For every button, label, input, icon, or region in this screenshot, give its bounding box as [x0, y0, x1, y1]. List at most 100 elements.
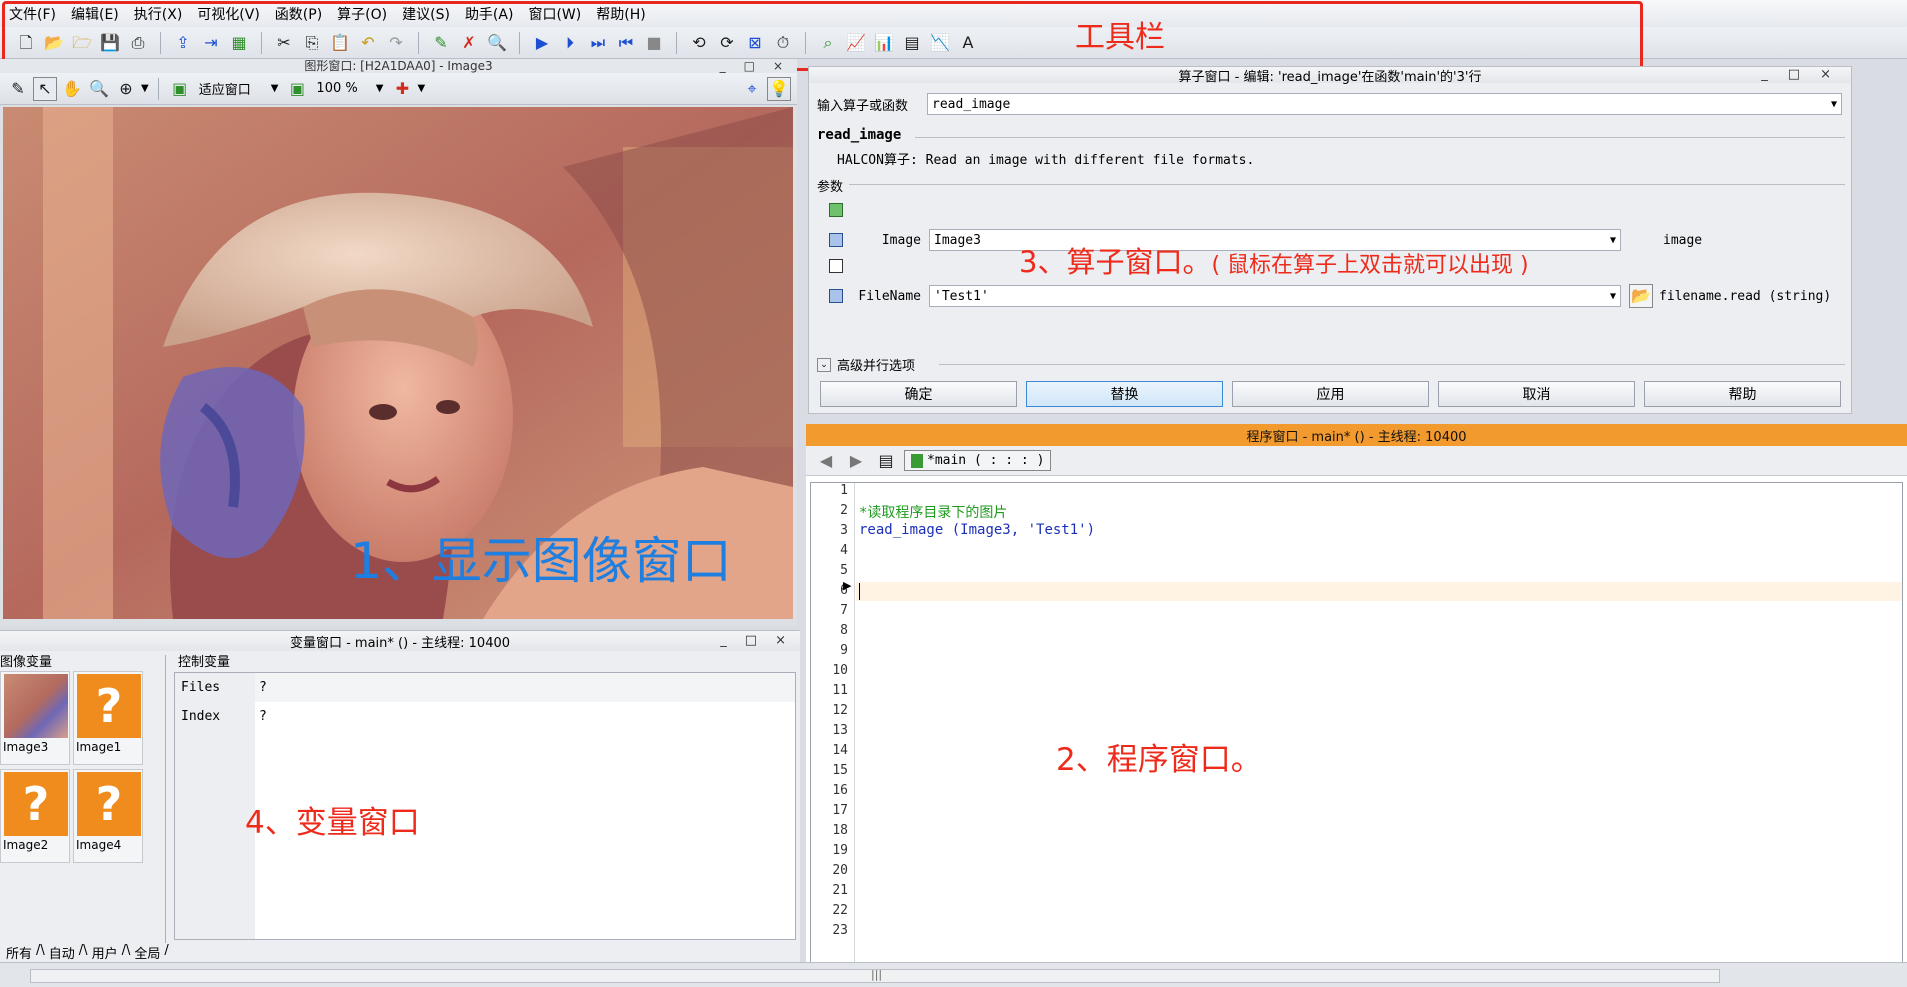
color-dropdown-arrow[interactable]: ▼ — [417, 83, 425, 94]
tab-user[interactable]: 用户 — [92, 943, 118, 962]
new-file-icon[interactable]: 🗋 — [14, 31, 38, 55]
feature-histogram-icon[interactable]: 📊 — [872, 31, 896, 55]
line-profile-icon[interactable]: 📉 — [928, 31, 952, 55]
zoom-percent-icon[interactable]: ▣ — [285, 77, 309, 101]
line-number: 16 — [832, 783, 848, 798]
folder-open-icon[interactable]: 📂 — [1629, 284, 1653, 308]
zoom-window-icon[interactable]: ⌕ — [816, 31, 840, 55]
close-windows-icon[interactable]: ⊠ — [743, 31, 767, 55]
undo-icon[interactable]: ↶ — [356, 31, 380, 55]
horizontal-scrollbar[interactable]: ||| — [30, 968, 1720, 983]
toolbar-separator — [676, 31, 677, 54]
toolbar-separator — [157, 77, 159, 100]
menu-assistants[interactable]: 助手(A) — [462, 4, 526, 24]
menu-procedures[interactable]: 函数(P) — [272, 4, 334, 24]
open-file-icon[interactable]: 📂 — [42, 31, 66, 55]
save-icon[interactable]: 💾 — [98, 31, 122, 55]
minimize-button[interactable]: _ — [720, 633, 727, 648]
maximize-button[interactable]: □ — [1788, 67, 1800, 82]
cut-icon[interactable]: ✂ — [272, 31, 296, 55]
toolbar-separator — [418, 31, 419, 54]
help-button[interactable]: 帮助 — [1644, 381, 1841, 407]
stop-icon[interactable]: ■ — [642, 31, 666, 55]
step-out-icon[interactable]: ⏮ — [614, 31, 638, 55]
zoom-graphics-icon[interactable]: ⌖ — [740, 77, 764, 101]
fit-window-icon[interactable]: ▣ — [168, 77, 192, 101]
zoom-fit-combo[interactable]: 适应窗口 ▼ — [195, 78, 283, 100]
import-icon[interactable]: ⇥ — [199, 31, 223, 55]
operator-input[interactable]: read_image ▼ — [927, 93, 1842, 115]
chevron-down-icon[interactable]: ▼ — [1610, 291, 1616, 302]
chevron-down-icon[interactable]: ▼ — [1610, 235, 1616, 246]
minimize-button[interactable]: _ — [1761, 67, 1768, 82]
paste-icon[interactable]: 📋 — [328, 31, 352, 55]
zoom-dropdown-arrow[interactable]: ▼ — [141, 83, 149, 94]
copy-icon[interactable]: ⎘ — [300, 31, 324, 55]
procedure-icon[interactable]: ▤ — [874, 449, 898, 473]
code-line-read-image[interactable]: read_image (Image3, 'Test1') — [859, 522, 1095, 538]
menu-window[interactable]: 窗口(W) — [525, 4, 593, 24]
tab-all[interactable]: 所有 — [6, 943, 32, 962]
iconic-var-image2[interactable]: ? Image2 — [0, 769, 70, 863]
properties-icon[interactable]: ▦ — [227, 31, 251, 55]
export-icon[interactable]: ⇪ — [171, 31, 195, 55]
feature-inspection-icon[interactable]: ▤ — [900, 31, 924, 55]
reset-all-icon[interactable]: ⟳ — [715, 31, 739, 55]
deactivate-icon[interactable]: ✗ — [457, 31, 481, 55]
param-value-filename[interactable]: 'Test1' ▼ — [929, 285, 1621, 307]
magnify-icon[interactable]: 🔍 — [87, 77, 111, 101]
step-over-icon[interactable]: ⏵ — [558, 31, 582, 55]
menu-edit[interactable]: 编辑(E) — [68, 4, 131, 24]
reset-program-icon[interactable]: ⟲ — [687, 31, 711, 55]
zoom-percent-combo[interactable]: 100 % ▼ — [312, 78, 387, 100]
operator-annotation: 3、算子窗口。( 鼠标在算子上双击就可以出现 ) — [1019, 239, 1529, 281]
chevron-down-icon[interactable]: ⌄ — [817, 357, 831, 372]
ok-button[interactable]: 确定 — [820, 381, 1017, 407]
back-arrow-icon[interactable]: ◀ — [814, 449, 838, 473]
step-into-icon[interactable]: ⏭ — [586, 31, 610, 55]
replace-button[interactable]: 替换 — [1026, 381, 1223, 407]
set-parameters-icon[interactable]: ✎ — [6, 77, 30, 101]
cancel-button[interactable]: 取消 — [1438, 381, 1635, 407]
advanced-options-row[interactable]: ⌄ 高级并行选项 — [817, 355, 915, 374]
move-hand-icon[interactable]: ✋ — [60, 77, 84, 101]
run-icon[interactable]: ▶ — [530, 31, 554, 55]
procedure-tab[interactable]: *main ( : : : ) — [904, 450, 1052, 471]
open-example-icon[interactable]: 🗁 — [70, 31, 94, 55]
tab-auto[interactable]: 自动 — [49, 943, 75, 962]
zoom-icon[interactable]: ⊕ — [114, 77, 138, 101]
forward-arrow-icon[interactable]: ▶ — [844, 449, 868, 473]
print-icon[interactable]: ⎙ — [126, 31, 150, 55]
menu-visualization[interactable]: 可视化(V) — [194, 4, 272, 24]
gray-histogram-icon[interactable]: 📈 — [844, 31, 868, 55]
ocr-icon[interactable]: A — [956, 31, 980, 55]
activate-icon[interactable]: ✎ — [429, 31, 453, 55]
maximize-button[interactable]: □ — [745, 633, 757, 648]
minimize-button[interactable]: _ — [720, 59, 726, 73]
find-icon[interactable]: 🔍 — [485, 31, 509, 55]
redo-icon[interactable]: ↷ — [384, 31, 408, 55]
close-button[interactable]: × — [1820, 67, 1831, 82]
iconic-var-image4[interactable]: ? Image4 — [73, 769, 143, 863]
iconic-var-image3[interactable]: Image3 — [0, 671, 70, 765]
profiler-icon[interactable]: ⏱ — [771, 31, 795, 55]
menu-file[interactable]: 文件(F) — [6, 4, 68, 24]
draw-color-icon[interactable]: ✚ — [390, 77, 414, 101]
tab-global[interactable]: 全局 — [134, 943, 160, 962]
iconic-var-image1[interactable]: ? Image1 — [73, 671, 143, 765]
chevron-down-icon[interactable]: ▼ — [1831, 99, 1837, 110]
program-editor[interactable]: 1 2 3 4 5 6 7 8 9 10 11 12 13 14 15 16 1… — [810, 482, 1903, 970]
apply-button[interactable]: 应用 — [1232, 381, 1429, 407]
menu-help[interactable]: 帮助(H) — [593, 4, 657, 24]
menu-execute[interactable]: 执行(X) — [131, 4, 195, 24]
pointer-icon[interactable]: ↖ — [33, 76, 57, 101]
control-var-row[interactable]: Files ? — [175, 673, 795, 702]
menu-operators[interactable]: 算子(O) — [334, 4, 399, 24]
control-var-row[interactable]: Index ? — [175, 702, 795, 731]
close-button[interactable]: × — [773, 59, 783, 73]
maximize-button[interactable]: □ — [744, 59, 755, 73]
menu-suggestions[interactable]: 建议(S) — [399, 4, 462, 24]
light-bulb-icon[interactable]: 💡 — [767, 76, 791, 101]
code-line-comment[interactable]: *读取程序目录下的图片 — [859, 502, 1007, 522]
close-button[interactable]: × — [775, 633, 786, 648]
